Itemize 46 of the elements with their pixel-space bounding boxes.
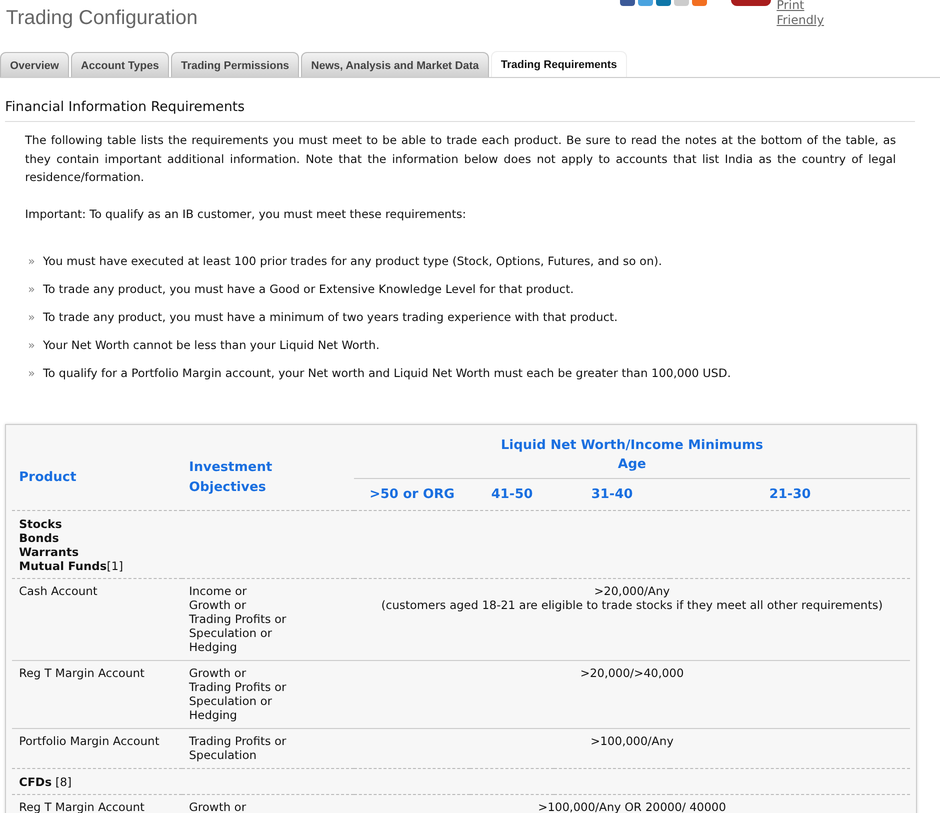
page-title: Trading Configuration [6,6,198,31]
column-header: >50 or ORG [369,487,455,502]
minimum-value: >100,000/Any OR 20000/ 40000 [538,800,726,813]
requirement-text: You must have executed at least 100 prior trades for any product type (Stock, Options, Futures, and so on). [43,253,662,270]
requirement-text: Your Net Worth cannot be less than your Liquid Net Worth. [43,337,380,354]
bullet-icon: » [28,253,36,282]
bullet-icon: » [28,309,36,338]
product-group: Stocks [19,516,903,531]
tab[interactable]: Account Types [70,52,169,77]
minimum-value: >20,000/>40,000 [580,666,684,680]
objectives-cell: Growth or Trading Profits or Speculation or Hedging [189,666,286,722]
product-cell: Portfolio Margin Account [19,734,160,748]
objectives-cell: Income or Growth or Trading Profits or Speculation or Hedging [189,584,286,654]
product-cell: Reg T Margin Account [19,666,145,680]
minimum-value: >20,000/Any [594,584,670,598]
column-header: 31-40 [591,487,633,502]
tab[interactable]: News, Analysis and Market Data [301,52,489,77]
print-friendly-link[interactable]: Print Friendly [734,0,824,28]
minimum-value: >100,000/Any [590,734,674,748]
section-heading: Financial Information Requirements [5,97,915,122]
tab[interactable]: Trading Requirements [490,51,628,77]
product-cell: Reg T Margin Account [19,800,145,813]
requirement-text: To qualify for a Portfolio Margin account, your Net worth and Liquid Net Worth must each be greater than 100,000 USD. [43,365,731,382]
product-group: Mutual Funds[1] [19,558,903,573]
column-header: 21-30 [769,487,811,502]
column-header: Liquid Net Worth/Income Minimums [500,437,764,456]
column-header: Product [12,431,182,510]
objectives-cell: Growth or [189,800,246,813]
important-note: Important: To qualify as an IB customer, you must meet these requirements: [25,206,468,224]
bullet-icon: » [28,337,36,366]
minimum-value: (customers aged 18-21 are eligible to trade stocks if they meet all other requirements) [381,598,883,612]
objectives-cell: Trading Profits or Speculation [189,734,286,762]
tab[interactable]: Overview [0,52,69,77]
bullet-icon: » [28,365,36,394]
column-header: 41-50 [491,487,533,502]
tab[interactable]: Trading Permissions [170,52,300,77]
column-header: Age [618,456,646,474]
intro-paragraph: The following table lists the requirements you must meet to be able to trade each product. Be sure to read the notes at the bottom of the table, as they contain important additional information. Note that the information below does not apply to accounts that list India as the country of legal residence/formation. [25,132,896,186]
requirement-text: To trade any product, you must have a Good or Extensive Knowledge Level for that product. [43,281,574,298]
product-cell: Cash Account [19,584,98,598]
product-group: Bonds [19,530,903,545]
requirement-text: To trade any product, you must have a minimum of two years trading experience with that product. [43,309,618,326]
column-header: Investment Objectives [182,431,354,510]
product-group: CFDs [8] [19,774,903,789]
product-group: Warrants [19,544,903,559]
bullet-icon: » [28,281,36,310]
